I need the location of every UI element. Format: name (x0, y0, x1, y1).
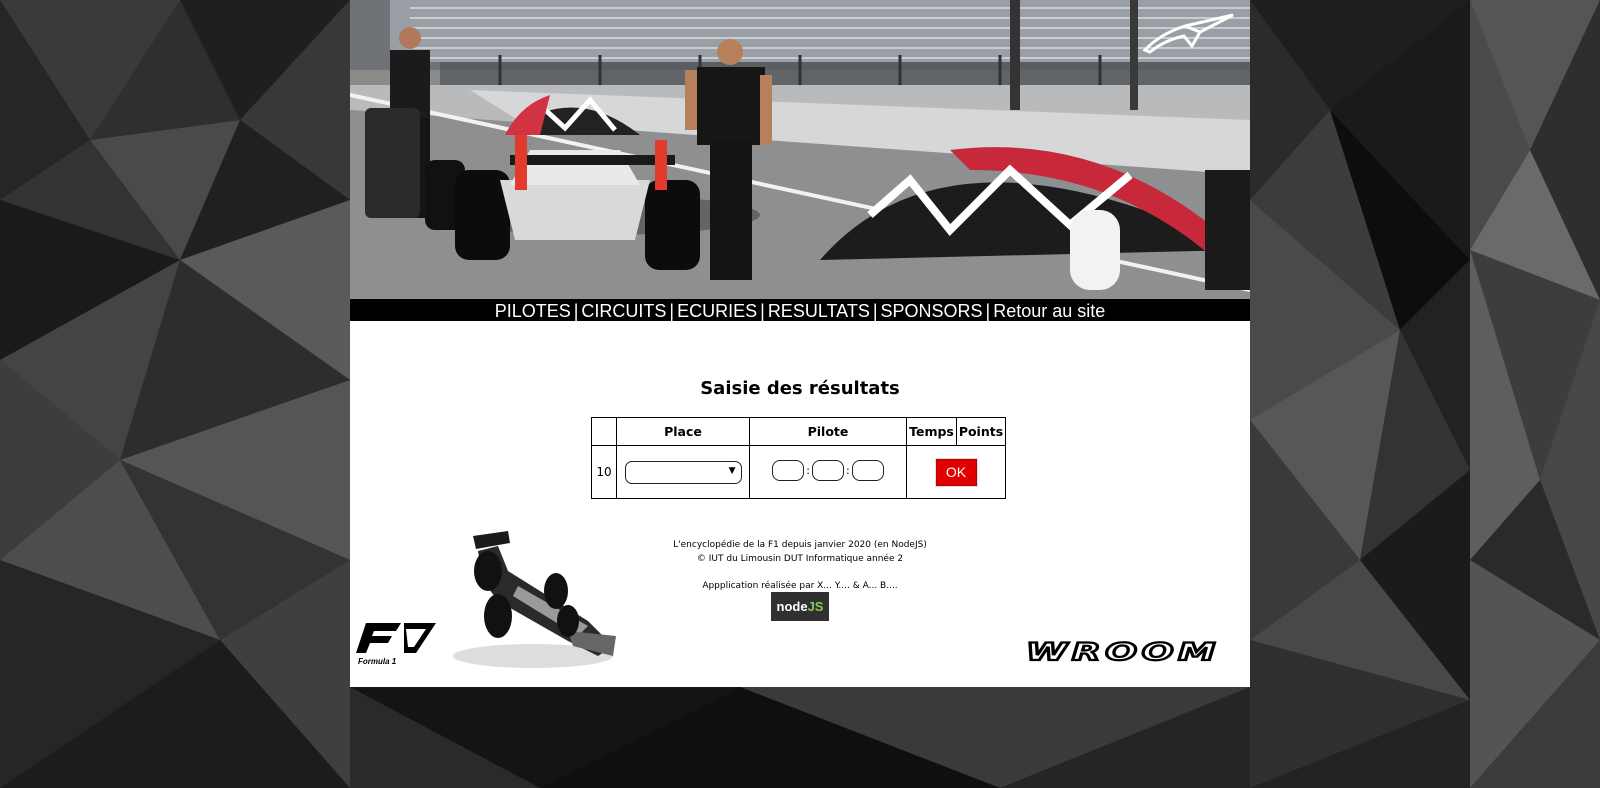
temps-cell: : : (749, 445, 907, 499)
alpinestars-star-icon (1142, 13, 1234, 54)
row-number: 10 (591, 445, 617, 499)
footer-line-copyright: © IUT du Limousin DUT Informatique année… (696, 554, 904, 564)
nodejs-logo: nodeJS (771, 592, 829, 621)
triangle-down-icon: ▼ (728, 465, 736, 476)
nav-separator: | (669, 301, 675, 321)
place-select[interactable]: ▼ (624, 460, 742, 484)
footer-line-encyclopedie: L'encyclopédie de la F1 depuis janvier 2… (673, 540, 927, 550)
nav-separator: | (872, 301, 878, 321)
time-minutes-input[interactable] (812, 460, 844, 481)
nav-pilotes[interactable]: PILOTES (495, 301, 571, 321)
content-area: Saisie des résultats Place Pilote Temps … (350, 321, 1250, 687)
header-cell-pilote: Pilote (749, 417, 907, 446)
ok-button[interactable]: OK (935, 458, 977, 486)
nav-sponsors[interactable]: SPONSORS (881, 301, 983, 321)
nav-separator: | (760, 301, 765, 321)
time-separator: : (806, 464, 810, 477)
time-seconds-input[interactable] (851, 460, 884, 481)
wroom-logo-text: WROOM (1026, 639, 1220, 663)
results-table: Place Pilote Temps Points 10 ▼:: OK (591, 417, 1006, 499)
footer: L'encyclopédie de la F1 depuis janvier 2… (350, 321, 1250, 687)
nodejs-logo-js: JS (807, 599, 824, 614)
formula1-logo-text: Formula 1 (358, 657, 397, 666)
table-header-row: Place Pilote Temps Points (591, 417, 1006, 446)
header-cell-number (591, 417, 617, 446)
header-banner (350, 0, 1250, 299)
footer-line-credits: Appplication réalisée par X... Y.... & A… (702, 581, 898, 591)
time-separator: : (846, 464, 850, 477)
nav-separator: | (985, 301, 991, 321)
main-page: PILOTES | CIRCUITS | ECURIES | RESULTATS | SPONS… (350, 0, 1250, 687)
table-row: 10 ▼ : : OK (591, 445, 1006, 499)
nav-ecuries[interactable]: ECURIES (677, 301, 757, 321)
nav-resultats[interactable]: RESULTATS (768, 301, 870, 321)
banner-photo (350, 0, 1250, 299)
time-inputs: : : (772, 460, 884, 481)
nav-separator: | (573, 301, 579, 321)
header-cell-points: Points (956, 417, 1006, 446)
page-title: Saisie des résultats (700, 378, 900, 399)
time-hours-input[interactable] (772, 460, 805, 481)
nodejs-logo-node: node (776, 599, 808, 614)
nav-circuits[interactable]: CIRCUITS (581, 301, 666, 321)
nav-retour-au-site[interactable]: Retour au site (993, 301, 1105, 321)
header-cell-place: Place (616, 417, 750, 446)
formula1-logo: Formula 1 (356, 623, 436, 666)
footer-text: L'encyclopédie de la F1 depuis janvier 2… (350, 538, 1250, 593)
wroom-logo: WROOM (1026, 639, 1220, 663)
place-cell: ▼ (616, 445, 750, 499)
header-cell-temps: Temps (906, 417, 957, 446)
submit-cell: OK (906, 445, 1006, 499)
main-nav: PILOTES | CIRCUITS | ECURIES | RESULTATS | SPONS… (350, 299, 1250, 321)
